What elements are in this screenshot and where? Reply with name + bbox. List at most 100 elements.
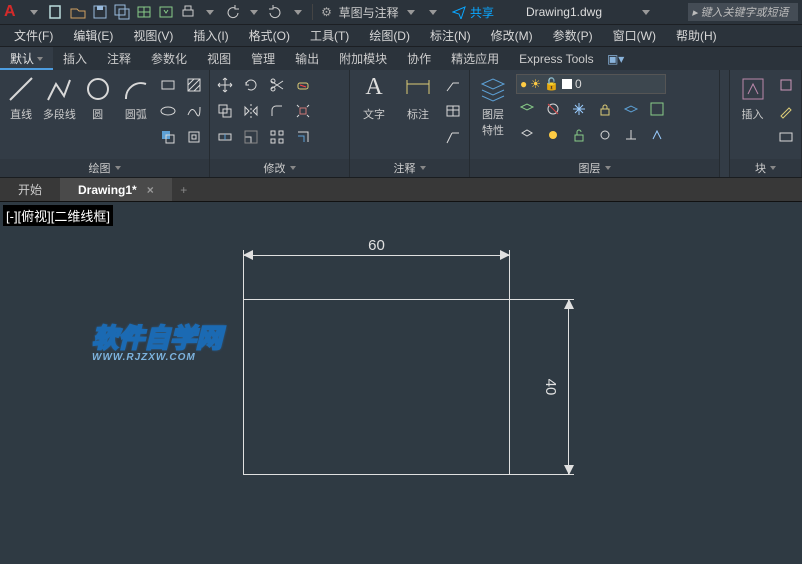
copy-icon[interactable] — [214, 100, 236, 122]
boundary-icon[interactable] — [183, 126, 205, 148]
ellipse-icon[interactable] — [157, 100, 179, 122]
print-dropdown-icon[interactable] — [200, 2, 220, 22]
panel-draw-expand-icon[interactable] — [115, 166, 121, 170]
saveas-icon[interactable] — [112, 2, 132, 22]
workspace-gear-icon[interactable]: ⚙ — [317, 2, 337, 22]
tab-insert[interactable]: 插入 — [53, 47, 97, 70]
tab-parametric[interactable]: 参数化 — [141, 47, 197, 70]
layer-iso-icon[interactable] — [516, 124, 538, 146]
layer-combo[interactable]: ● ☀ 🔓 0 — [516, 74, 666, 94]
menu-edit[interactable]: 编辑(E) — [63, 25, 123, 46]
open-icon[interactable] — [68, 2, 88, 22]
save-icon[interactable] — [90, 2, 110, 22]
tab-annotate[interactable]: 注释 — [97, 47, 141, 70]
menu-file[interactable]: 文件(F) — [4, 25, 63, 46]
mleader-icon[interactable] — [442, 126, 464, 148]
print-icon[interactable] — [178, 2, 198, 22]
fillet-icon[interactable] — [266, 100, 288, 122]
menu-insert[interactable]: 插入(I) — [183, 25, 238, 46]
arc-button[interactable]: 圆弧 — [119, 74, 153, 122]
menu-format[interactable]: 格式(O) — [239, 25, 300, 46]
spline-icon[interactable] — [183, 100, 205, 122]
search-input[interactable]: ▸键入关键字或短语 — [688, 3, 798, 21]
tab-view[interactable]: 视图 — [197, 47, 241, 70]
panel-annot-expand-icon[interactable] — [420, 166, 426, 170]
layer-prev-icon[interactable] — [620, 98, 642, 120]
viewport-label[interactable]: [-][俯视][二维线框] — [3, 205, 113, 226]
tab-featured[interactable]: 精选应用 — [441, 47, 509, 70]
table-icon[interactable] — [442, 100, 464, 122]
layer-make-icon[interactable] — [516, 98, 538, 120]
tab-manage[interactable]: 管理 — [241, 47, 285, 70]
leader-icon[interactable] — [442, 74, 464, 96]
layer-walk-icon[interactable] — [646, 124, 668, 146]
scale-icon[interactable] — [240, 126, 262, 148]
tab-collab[interactable]: 协作 — [397, 47, 441, 70]
redo-dropdown-icon[interactable] — [288, 2, 308, 22]
create-block-icon[interactable] — [775, 74, 797, 96]
menu-draw[interactable]: 绘图(D) — [359, 25, 420, 46]
layer-match-icon[interactable] — [646, 98, 668, 120]
menu-view[interactable]: 视图(V) — [123, 25, 183, 46]
doc-tab-start[interactable]: 开始 — [0, 178, 60, 201]
layer-unlock-icon[interactable] — [568, 124, 590, 146]
offset-icon[interactable] — [292, 126, 314, 148]
insert-block-button[interactable]: 插入 — [734, 74, 771, 122]
app-logo[interactable]: A — [4, 3, 16, 21]
new-icon[interactable] — [46, 2, 66, 22]
menu-dimension[interactable]: 标注(N) — [420, 25, 481, 46]
mirror-icon[interactable] — [240, 100, 262, 122]
workspace-name[interactable]: 草图与注释 — [339, 4, 399, 21]
share-button[interactable]: 共享 — [452, 4, 494, 21]
dimension-button[interactable]: 标注 — [398, 74, 438, 122]
layer-lock-icon[interactable] — [594, 98, 616, 120]
new-tab-icon[interactable]: + — [172, 183, 196, 197]
menu-parametric[interactable]: 参数(P) — [543, 25, 603, 46]
region-icon[interactable] — [157, 126, 179, 148]
trim-icon[interactable] — [266, 74, 288, 96]
move-icon[interactable] — [214, 74, 236, 96]
tab-express[interactable]: Express Tools — [509, 47, 603, 70]
tab-addins[interactable]: 附加模块 — [329, 47, 397, 70]
close-tab-icon[interactable]: × — [147, 183, 154, 197]
explode-icon[interactable] — [292, 100, 314, 122]
line-button[interactable]: 直线 — [4, 74, 38, 122]
layer-properties-button[interactable]: 图层 特性 — [474, 74, 512, 138]
workspace-dropdown-icon[interactable] — [401, 2, 421, 22]
menu-help[interactable]: 帮助(H) — [666, 25, 727, 46]
panel-layers-expand-icon[interactable] — [605, 166, 611, 170]
panel-block-expand-icon[interactable] — [770, 166, 776, 170]
text-button[interactable]: A 文字 — [354, 74, 394, 122]
attr-block-icon[interactable] — [775, 126, 797, 148]
rotate-icon[interactable] — [240, 74, 262, 96]
layer-on-icon[interactable] — [594, 124, 616, 146]
panel-modify-expand-icon[interactable] — [290, 166, 296, 170]
redo-icon[interactable] — [266, 2, 286, 22]
layer-thaw-icon[interactable] — [542, 124, 564, 146]
erase-icon[interactable] — [292, 74, 314, 96]
hatch-icon[interactable] — [183, 74, 205, 96]
undo-icon[interactable] — [222, 2, 242, 22]
recent-dropdown-icon[interactable] — [24, 2, 44, 22]
layer-off-icon[interactable] — [542, 98, 564, 120]
menu-modify[interactable]: 修改(M) — [481, 25, 543, 46]
rectangle-icon[interactable] — [157, 74, 179, 96]
drawing-canvas[interactable]: [-][俯视][二维线框] 60 40 软件自学网 WWW.RJZXW.COM — [0, 202, 802, 564]
edit-block-icon[interactable] — [775, 100, 797, 122]
tab-output[interactable]: 输出 — [285, 47, 329, 70]
stretch-icon[interactable] — [214, 126, 236, 148]
circle-button[interactable]: 圆 — [81, 74, 115, 122]
polyline-button[interactable]: 多段线 — [42, 74, 76, 122]
doc-tab-drawing1[interactable]: Drawing1*× — [60, 178, 172, 201]
layer-change-icon[interactable] — [620, 124, 642, 146]
web-save-icon[interactable] — [156, 2, 176, 22]
menu-tools[interactable]: 工具(T) — [300, 25, 359, 46]
tab-default[interactable]: 默认 — [0, 47, 53, 70]
array-icon[interactable] — [266, 126, 288, 148]
web-open-icon[interactable] — [134, 2, 154, 22]
menu-window[interactable]: 窗口(W) — [603, 25, 666, 46]
layer-freeze-icon[interactable] — [568, 98, 590, 120]
title-dropdown-icon[interactable] — [636, 2, 656, 22]
undo-dropdown-icon[interactable] — [244, 2, 264, 22]
qat-customize-icon[interactable] — [423, 2, 443, 22]
